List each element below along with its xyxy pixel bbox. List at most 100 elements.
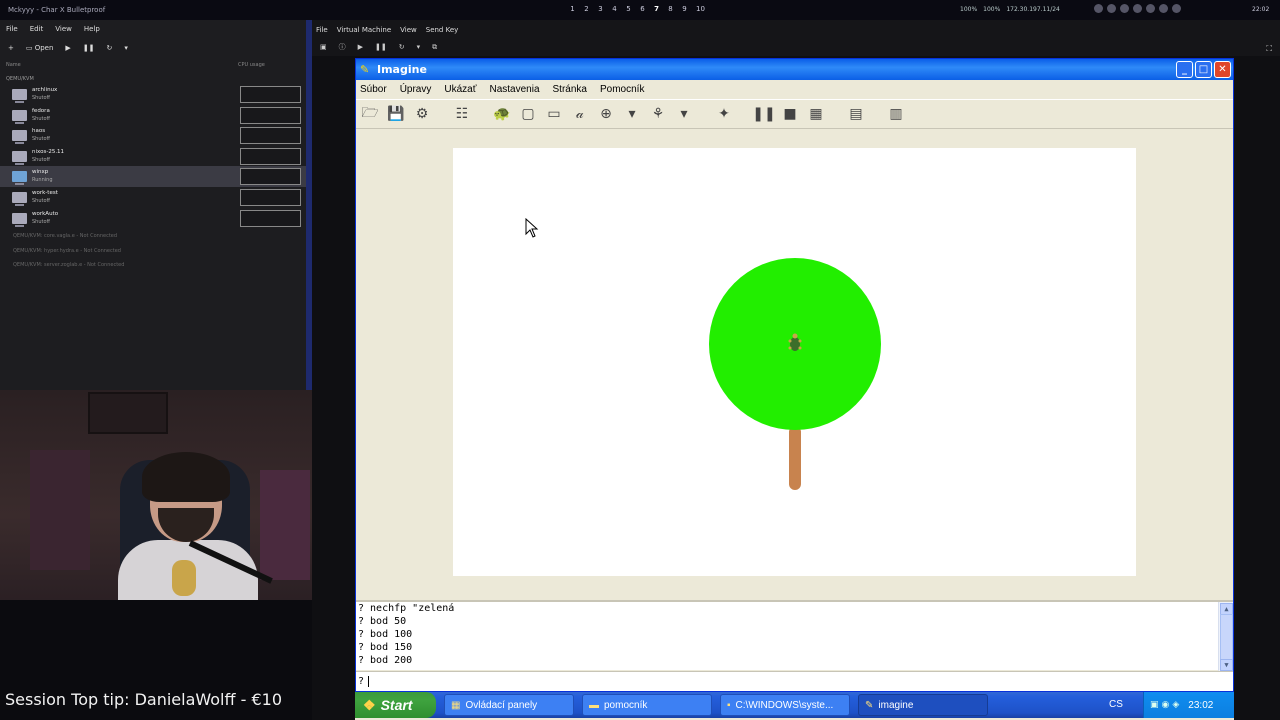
pause-icon[interactable]: ❚❚ — [752, 104, 775, 124]
network-icon[interactable] — [1094, 4, 1103, 13]
command-input[interactable]: ? — [356, 671, 1233, 691]
page-icon[interactable]: ▥ — [886, 104, 906, 124]
vm-row[interactable]: archlinux Shutoff — [0, 84, 306, 105]
imagine-titlebar[interactable]: ✎ Imagine _ □ ✕ — [356, 59, 1233, 80]
viewer-menu-view[interactable]: View — [400, 26, 417, 34]
tools-icon[interactable]: ✦ — [714, 104, 734, 124]
step-icon[interactable]: ▦ — [806, 104, 826, 124]
viewer-menu-virtual-machine[interactable]: Virtual Machine — [337, 26, 391, 34]
telegram-icon[interactable] — [1120, 4, 1129, 13]
task-control-panel[interactable]: ▦ Ovládací panely — [444, 694, 574, 716]
run-icon[interactable]: ▶ — [358, 43, 363, 51]
chevron-down-icon[interactable]: ▾ — [622, 104, 642, 124]
rectangle-icon[interactable]: ▭ — [544, 104, 564, 124]
details-icon[interactable]: ⓘ — [339, 42, 346, 52]
vm-row[interactable]: nixos-25.11 Shutoff — [0, 146, 306, 167]
open-folder-icon[interactable]: 🗁 — [360, 104, 380, 124]
snapshot-icon[interactable]: ⧉ — [432, 43, 437, 52]
minimize-button[interactable]: _ — [1176, 61, 1193, 78]
pause-icon[interactable]: ❚❚ — [375, 43, 387, 51]
chevron-down-icon[interactable]: ▾ — [674, 104, 694, 124]
frame-icon[interactable]: ▢ — [518, 104, 538, 124]
column-cpu-usage[interactable]: CPU usage — [238, 62, 265, 68]
vm-name: work-test — [32, 189, 58, 196]
disconnected-connection[interactable]: QEMU/KVM: core.vagla.e - Not Connected — [0, 228, 306, 243]
task-pomocnik[interactable]: ▬ pomocník — [582, 694, 712, 716]
workspace-10[interactable]: 10 — [696, 5, 705, 13]
play-icon[interactable]: ▶ — [65, 44, 70, 52]
disconnected-connection[interactable]: QEMU/KVM: server.zoglab.e - Not Connecte… — [0, 257, 306, 272]
open-vm-button[interactable]: ▭ Open — [26, 44, 54, 52]
window-layout-icon[interactable]: ▤ — [846, 104, 866, 124]
security-icon[interactable]: ◈ — [1172, 700, 1179, 710]
discord-icon[interactable] — [1133, 4, 1142, 13]
vmm-menu-help[interactable]: Help — [84, 25, 100, 33]
vm-row[interactable]: work-test Shutoff — [0, 187, 306, 208]
console-view-icon[interactable]: ▣ — [320, 43, 327, 51]
disconnected-connection[interactable]: QEMU/KVM: hyper.hydra.e - Not Connected — [0, 243, 306, 258]
restart-icon[interactable]: ↻ — [399, 43, 405, 51]
history-line: ? nechfp "zelená — [358, 603, 455, 614]
menu-pomocnik[interactable]: Pomocník — [600, 84, 644, 95]
stop-icon[interactable]: ■ — [780, 104, 800, 124]
pause-icon[interactable]: ❚❚ — [83, 44, 95, 52]
vmm-menu-file[interactable]: File — [6, 25, 18, 33]
chevron-down-icon[interactable]: ▾ — [124, 44, 128, 52]
workspace-6[interactable]: 6 — [640, 5, 645, 13]
scroll-thumb[interactable] — [1220, 614, 1233, 660]
shelf-decor — [30, 450, 90, 570]
new-vm-button[interactable]: + — [8, 44, 14, 52]
menu-subor[interactable]: Súbor — [360, 84, 387, 95]
menu-nastavenia[interactable]: Nastavenia — [489, 84, 539, 95]
obs-icon[interactable] — [1159, 4, 1168, 13]
workspace-3[interactable]: 3 — [598, 5, 603, 13]
object-icon[interactable]: ⚘ — [648, 104, 668, 124]
workspace-switcher[interactable]: 1 2 3 4 5 6 7 8 9 10 — [570, 5, 705, 13]
fullscreen-icon[interactable]: ⛶ — [1266, 44, 1272, 54]
connection-label[interactable]: QEMU/KVM — [0, 72, 306, 84]
workspace-2[interactable]: 2 — [584, 5, 589, 13]
maximize-button[interactable]: □ — [1195, 61, 1212, 78]
workspace-1[interactable]: 1 — [570, 5, 575, 13]
workspace-8[interactable]: 8 — [668, 5, 673, 13]
menu-ukazat[interactable]: Ukázať — [444, 84, 476, 95]
folder-icon: ▬ — [589, 699, 599, 711]
settings-gear-icon[interactable]: ⚙ — [412, 104, 432, 124]
task-imagine[interactable]: ✎ imagine — [858, 694, 988, 716]
history-scrollbar[interactable]: ▲ ▼ — [1218, 602, 1233, 672]
viewer-menu-file[interactable]: File — [316, 26, 328, 34]
start-button[interactable]: ❖ Start — [355, 692, 436, 718]
vm-row[interactable]: haos Shutoff — [0, 125, 306, 146]
text-icon[interactable]: 𝒶 — [570, 104, 590, 124]
column-name[interactable]: Name — [6, 62, 21, 68]
viewer-menu-send-key[interactable]: Send Key — [426, 26, 459, 34]
menu-upravy[interactable]: Úpravy — [400, 84, 432, 95]
power-icon[interactable] — [1172, 4, 1181, 13]
volume-icon[interactable]: ◉ — [1162, 700, 1170, 710]
task-cmd[interactable]: ▪ C:\WINDOWS\syste... — [720, 694, 850, 716]
bluetooth-icon[interactable] — [1107, 4, 1116, 13]
turtle-icon[interactable]: 🐢 — [492, 104, 512, 124]
network-icon[interactable]: ▣ — [1150, 700, 1159, 710]
vm-row-selected[interactable]: winxp Running — [0, 166, 306, 187]
language-indicator[interactable]: CS — [1109, 699, 1123, 710]
scroll-down-icon[interactable]: ▼ — [1220, 659, 1233, 671]
drawing-canvas[interactable] — [453, 148, 1136, 576]
workspace-5[interactable]: 5 — [626, 5, 631, 13]
vm-row[interactable]: workAuto Shutoff — [0, 208, 306, 229]
save-icon[interactable]: 💾 — [386, 104, 406, 124]
vmm-menu-view[interactable]: View — [55, 25, 72, 33]
tree-structure-icon[interactable]: ☷ — [452, 104, 472, 124]
vmm-menu-edit[interactable]: Edit — [30, 25, 44, 33]
workspace-7[interactable]: 7 — [654, 5, 659, 13]
restart-icon[interactable]: ↻ — [107, 44, 113, 52]
workspace-9[interactable]: 9 — [682, 5, 687, 13]
crosshair-icon[interactable]: ⊕ — [596, 104, 616, 124]
steam-icon[interactable] — [1146, 4, 1155, 13]
workspace-4[interactable]: 4 — [612, 5, 617, 13]
chevron-down-icon[interactable]: ▾ — [417, 43, 421, 51]
close-button[interactable]: ✕ — [1214, 61, 1231, 78]
viewer-toolbar: ▣ ⓘ ▶ ❚❚ ↻ ▾ ⧉ ⛶ — [312, 40, 1280, 54]
menu-stranka[interactable]: Stránka — [553, 84, 587, 95]
vm-row[interactable]: fedora Shutoff — [0, 105, 306, 126]
